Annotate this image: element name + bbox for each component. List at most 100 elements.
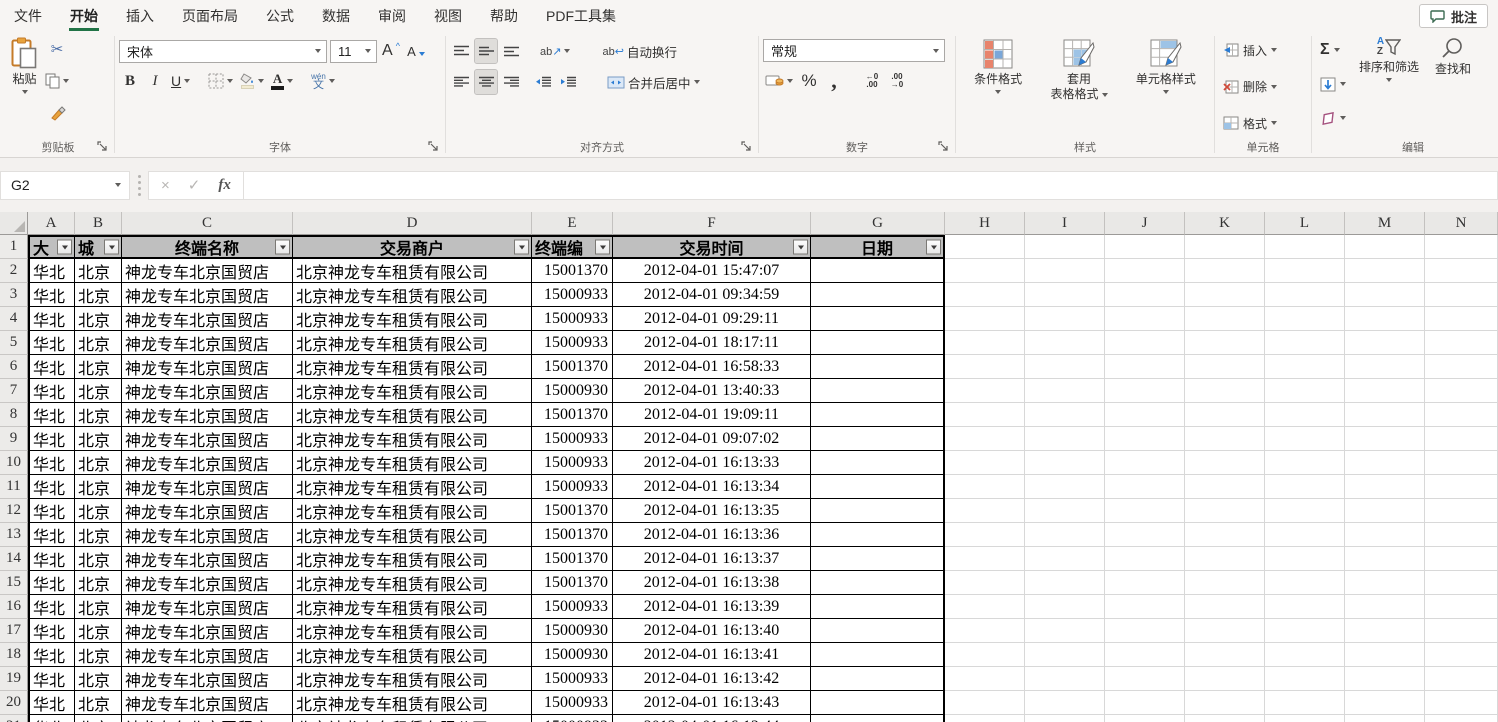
cell-L14[interactable] — [1265, 547, 1345, 571]
row-header-13[interactable]: 13 — [0, 523, 28, 547]
font-name-combo[interactable]: 宋体 — [119, 40, 327, 63]
align-center-button[interactable] — [475, 70, 497, 94]
cell-M17[interactable] — [1345, 619, 1425, 643]
cell-N19[interactable] — [1425, 667, 1498, 691]
cell-N5[interactable] — [1425, 331, 1498, 355]
cell-L15[interactable] — [1265, 571, 1345, 595]
cell-M3[interactable] — [1345, 283, 1425, 307]
name-box[interactable]: G2 — [0, 171, 130, 200]
cell-C1[interactable]: 终端名称 — [122, 235, 293, 259]
tab-插入[interactable]: 插入 — [112, 0, 168, 32]
cell-J15[interactable] — [1105, 571, 1185, 595]
cell-J7[interactable] — [1105, 379, 1185, 403]
cell-A7[interactable]: 华北 — [28, 379, 75, 403]
tab-页面布局[interactable]: 页面布局 — [168, 0, 252, 32]
cell-K12[interactable] — [1185, 499, 1265, 523]
cell-F4[interactable]: 2012-04-01 09:29:11 — [613, 307, 811, 331]
cell-D11[interactable]: 北京神龙专车租赁有限公司 — [293, 475, 532, 499]
cell-N14[interactable] — [1425, 547, 1498, 571]
cell-M1[interactable] — [1345, 235, 1425, 259]
cell-C10[interactable]: 神龙专车北京国贸店 — [122, 451, 293, 475]
conditional-formatting-button[interactable]: 条件格式 — [969, 35, 1027, 98]
cell-A6[interactable]: 华北 — [28, 355, 75, 379]
cell-E6[interactable]: 15001370 — [532, 355, 613, 379]
clear-button[interactable] — [1318, 107, 1348, 129]
cell-I7[interactable] — [1025, 379, 1105, 403]
row-header-3[interactable]: 3 — [0, 283, 28, 307]
bold-button[interactable]: B — [119, 69, 141, 93]
cell-A12[interactable]: 华北 — [28, 499, 75, 523]
tab-公式[interactable]: 公式 — [252, 0, 308, 32]
cell-K5[interactable] — [1185, 331, 1265, 355]
cell-K21[interactable] — [1185, 715, 1265, 722]
cell-M5[interactable] — [1345, 331, 1425, 355]
cell-H18[interactable] — [945, 643, 1025, 667]
cell-B6[interactable]: 北京 — [75, 355, 122, 379]
cell-D19[interactable]: 北京神龙专车租赁有限公司 — [293, 667, 532, 691]
cell-G5[interactable] — [811, 331, 945, 355]
cell-K7[interactable] — [1185, 379, 1265, 403]
cell-E13[interactable]: 15001370 — [532, 523, 613, 547]
filter-button-C[interactable] — [275, 240, 290, 255]
cell-M13[interactable] — [1345, 523, 1425, 547]
cell-C5[interactable]: 神龙专车北京国贸店 — [122, 331, 293, 355]
cell-D21[interactable]: 北京神龙专车租赁有限公司 — [293, 715, 532, 722]
cell-M18[interactable] — [1345, 643, 1425, 667]
cell-G11[interactable] — [811, 475, 945, 499]
cell-J3[interactable] — [1105, 283, 1185, 307]
cell-K10[interactable] — [1185, 451, 1265, 475]
decrease-decimal-button[interactable]: .00→0 — [886, 69, 908, 93]
cell-G1[interactable]: 日期 — [811, 235, 945, 259]
cell-K11[interactable] — [1185, 475, 1265, 499]
cell-M20[interactable] — [1345, 691, 1425, 715]
cell-C11[interactable]: 神龙专车北京国贸店 — [122, 475, 293, 499]
cell-E1[interactable]: 终端编 — [532, 235, 613, 259]
cell-B11[interactable]: 北京 — [75, 475, 122, 499]
cell-styles-button[interactable]: 单元格样式 — [1131, 35, 1201, 98]
cell-I10[interactable] — [1025, 451, 1105, 475]
cell-M9[interactable] — [1345, 427, 1425, 451]
cell-G6[interactable] — [811, 355, 945, 379]
cell-J8[interactable] — [1105, 403, 1185, 427]
cell-A11[interactable]: 华北 — [28, 475, 75, 499]
cell-E4[interactable]: 15000933 — [532, 307, 613, 331]
cell-E12[interactable]: 15001370 — [532, 499, 613, 523]
cell-I17[interactable] — [1025, 619, 1105, 643]
cell-K9[interactable] — [1185, 427, 1265, 451]
cell-C9[interactable]: 神龙专车北京国贸店 — [122, 427, 293, 451]
cell-A2[interactable]: 华北 — [28, 259, 75, 283]
column-header-E[interactable]: E — [532, 212, 613, 235]
accounting-format-button[interactable] — [763, 69, 795, 93]
cell-J17[interactable] — [1105, 619, 1185, 643]
cell-F5[interactable]: 2012-04-01 18:17:11 — [613, 331, 811, 355]
cell-A4[interactable]: 华北 — [28, 307, 75, 331]
cell-E15[interactable]: 15001370 — [532, 571, 613, 595]
fill-button[interactable] — [1318, 73, 1348, 95]
font-dialog-launcher[interactable] — [428, 141, 439, 152]
underline-button[interactable]: U — [169, 69, 192, 93]
cell-F15[interactable]: 2012-04-01 16:13:38 — [613, 571, 811, 595]
cell-I1[interactable] — [1025, 235, 1105, 259]
align-right-button[interactable] — [500, 70, 522, 94]
cell-G17[interactable] — [811, 619, 945, 643]
cell-N16[interactable] — [1425, 595, 1498, 619]
cell-G19[interactable] — [811, 667, 945, 691]
cell-F20[interactable]: 2012-04-01 16:13:43 — [613, 691, 811, 715]
comments-button[interactable]: 批注 — [1419, 4, 1488, 28]
cell-E3[interactable]: 15000933 — [532, 283, 613, 307]
cell-F12[interactable]: 2012-04-01 16:13:35 — [613, 499, 811, 523]
sort-filter-button[interactable]: AZ 排序和筛选 — [1354, 35, 1424, 86]
cell-F14[interactable]: 2012-04-01 16:13:37 — [613, 547, 811, 571]
cell-K18[interactable] — [1185, 643, 1265, 667]
cell-C17[interactable]: 神龙专车北京国贸店 — [122, 619, 293, 643]
cell-J14[interactable] — [1105, 547, 1185, 571]
font-color-button[interactable]: A — [269, 69, 295, 93]
cell-M19[interactable] — [1345, 667, 1425, 691]
cell-M6[interactable] — [1345, 355, 1425, 379]
cell-F2[interactable]: 2012-04-01 15:47:07 — [613, 259, 811, 283]
cell-E19[interactable]: 15000933 — [532, 667, 613, 691]
cell-D18[interactable]: 北京神龙专车租赁有限公司 — [293, 643, 532, 667]
cell-N15[interactable] — [1425, 571, 1498, 595]
orientation-button[interactable]: ab↗ — [538, 39, 572, 63]
row-header-16[interactable]: 16 — [0, 595, 28, 619]
